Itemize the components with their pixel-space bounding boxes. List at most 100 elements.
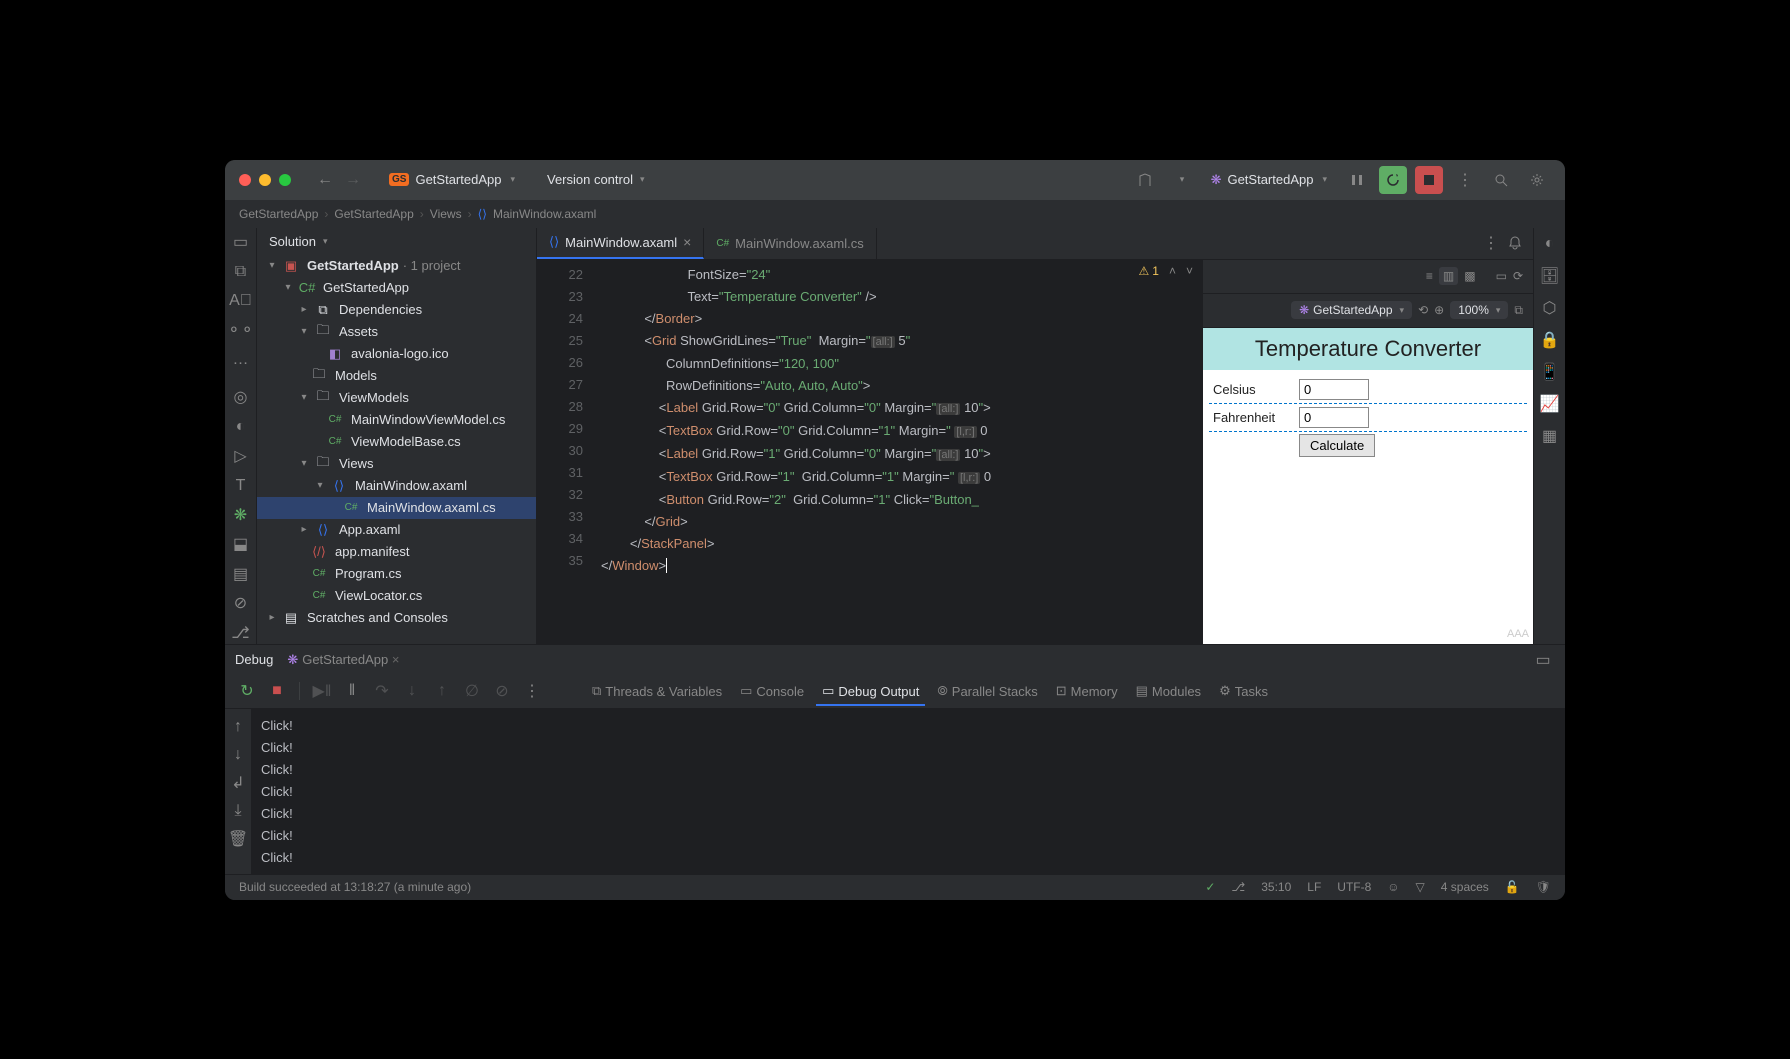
code-editor[interactable]: ⚠ 1 ˄ ˅ 2223242526272829303132333435 Fon… — [537, 260, 1203, 644]
celsius-input[interactable]: 0 — [1299, 379, 1369, 400]
tree-row-locator[interactable]: C#ViewLocator.cs — [257, 585, 536, 607]
encoding[interactable]: UTF-8 — [1337, 880, 1371, 894]
line-separator[interactable]: LF — [1307, 880, 1321, 894]
subtab-modules[interactable]: ▤Modules — [1130, 683, 1207, 699]
stop-button[interactable] — [1415, 166, 1443, 194]
maximize-window[interactable] — [279, 174, 291, 186]
evaluate-icon[interactable]: ∅ — [460, 679, 484, 703]
subtab-parallel-stacks[interactable]: ⦾Parallel Stacks — [931, 683, 1043, 699]
view-mode-image-icon[interactable]: ▩ — [1464, 269, 1475, 283]
profiler-icon[interactable]: 📈 — [1538, 392, 1562, 416]
breadcrumb-item[interactable]: Views — [430, 207, 462, 221]
warning-badge[interactable]: ⚠ 1 — [1139, 264, 1159, 278]
tabs-more-icon[interactable]: ⋮ — [1483, 233, 1499, 253]
todo-icon[interactable]: ◐ — [229, 416, 253, 437]
run-configuration[interactable]: ❋ GetStartedApp — [1203, 170, 1335, 190]
view-mode-list-icon[interactable]: ≡ — [1426, 269, 1433, 283]
code-content[interactable]: FontSize="24" Text="Temperature Converte… — [593, 260, 1203, 644]
clear-icon[interactable]: 🗑 — [226, 827, 250, 851]
step-out-icon[interactable]: ↑ — [430, 679, 454, 703]
settings-icon[interactable] — [1523, 166, 1551, 194]
debug-more-icon[interactable]: ⋮ — [520, 679, 544, 703]
close-window[interactable] — [239, 174, 251, 186]
fahrenheit-input[interactable]: 0 — [1299, 407, 1369, 428]
rerun-debug-icon[interactable]: ↻ — [235, 679, 259, 703]
breadcrumb-item[interactable]: GetStartedApp — [334, 207, 413, 221]
soft-wrap-icon[interactable]: ↲ — [226, 771, 250, 795]
tree-row-app[interactable]: ▸⟨⟩App.axaml — [257, 519, 536, 541]
more-tools-icon[interactable]: … — [229, 349, 253, 370]
subtab-tasks[interactable]: ⚙Tasks — [1213, 683, 1274, 699]
pause-button[interactable] — [1343, 166, 1371, 194]
minimize-window[interactable] — [259, 174, 271, 186]
database-icon[interactable]: 🗄 — [1538, 264, 1562, 288]
subtab-console[interactable]: ▭Console — [734, 683, 810, 699]
shield-icon[interactable]: 🛡 — [1536, 880, 1551, 894]
scroll-end-icon[interactable]: ⤓ — [226, 799, 250, 823]
key-icon[interactable]: 🔒 — [1538, 328, 1562, 352]
endpoints-icon[interactable]: ⚬⚬ — [229, 320, 253, 341]
debug-panel-tab-app[interactable]: ❋GetStartedApp × — [287, 648, 399, 672]
zoom-in-icon[interactable]: ⊕ — [1434, 303, 1444, 317]
tree-row-models[interactable]: 🗀Models — [257, 365, 536, 387]
print-icon[interactable]: ▤ — [229, 563, 253, 584]
debug-console[interactable]: Click!Click!Click!Click!Click!Click!Clic… — [251, 709, 1565, 874]
step-over-icon[interactable]: ↷ — [370, 679, 394, 703]
build-menu[interactable] — [1167, 166, 1195, 194]
layout-settings-icon[interactable]: ▭ — [1531, 648, 1555, 672]
breadcrumb-item[interactable]: GetStartedApp — [239, 207, 318, 221]
mute-breakpoints-icon[interactable]: ⊘ — [490, 679, 514, 703]
coverage-icon[interactable]: ▦ — [1538, 424, 1562, 448]
more-menu[interactable]: ⋮ — [1451, 166, 1479, 194]
folder-tool-icon[interactable]: ▭ — [229, 232, 253, 253]
stop-debug-icon[interactable]: ■ — [265, 679, 289, 703]
zoom-level[interactable]: 100% — [1450, 301, 1508, 319]
tree-row-scratches[interactable]: ▸▤Scratches and Consoles — [257, 607, 536, 629]
ai-assistant-icon[interactable]: ◐ — [1538, 232, 1562, 256]
debug-panel-tab-debug[interactable]: Debug — [235, 648, 273, 671]
indent[interactable]: 4 spaces — [1441, 880, 1489, 894]
tree-row-mainwindow-cs[interactable]: C#MainWindow.axaml.cs — [257, 497, 536, 519]
text-tool-icon[interactable]: T — [229, 475, 253, 496]
tree-row-project[interactable]: ▾C#GetStartedApp — [257, 277, 536, 299]
calculate-button[interactable]: Calculate — [1299, 434, 1375, 457]
pause-debug-icon[interactable]: ‖ — [340, 679, 364, 703]
subtab-threads[interactable]: ⧉Threads & Variables — [586, 683, 728, 699]
step-into-icon[interactable]: ↓ — [400, 679, 424, 703]
bookmarks-icon[interactable]: A⃞ — [229, 290, 253, 311]
subtab-debug-output[interactable]: ▭Debug Output — [816, 683, 925, 706]
reader-mode-icon[interactable]: ☺ — [1387, 880, 1399, 894]
build-status[interactable]: Build succeeded at 13:18:27 (a minute ag… — [239, 880, 471, 894]
scroll-down-icon[interactable]: ↓ — [226, 743, 250, 767]
resize-handle-icon[interactable]: AAA — [1203, 624, 1533, 644]
lock-icon[interactable]: 🔓 — [1505, 880, 1520, 894]
tree-row-solution[interactable]: ▾▣GetStartedApp· 1 project — [257, 255, 536, 277]
nav-forward[interactable]: → — [341, 168, 365, 192]
close-tab-icon[interactable]: × — [392, 652, 400, 667]
subtab-memory[interactable]: ⊡Memory — [1050, 683, 1124, 699]
device-icon[interactable]: 📱 — [1538, 360, 1562, 384]
nuget-icon[interactable]: ⬓ — [229, 534, 253, 555]
status-ok-icon[interactable]: ✓ — [1205, 880, 1215, 894]
resume-icon[interactable]: ▶‖ — [310, 679, 334, 703]
detach-preview-icon[interactable]: ⧉ — [1514, 303, 1523, 318]
run-tool-icon[interactable]: ▷ — [229, 445, 253, 466]
tree-row-viewmodels[interactable]: ▾🗀ViewModels — [257, 387, 536, 409]
tab-mainwindow-cs[interactable]: C# MainWindow.axaml.cs — [704, 228, 876, 259]
orient-h-icon[interactable]: ▭ — [1496, 269, 1507, 283]
build-icon[interactable] — [1131, 166, 1159, 194]
unit-tests-icon[interactable]: ⬡ — [1538, 296, 1562, 320]
breadcrumb-item[interactable]: MainWindow.axaml — [493, 207, 596, 221]
structure-tool-icon[interactable]: ⧉ — [229, 261, 253, 282]
branch-icon[interactable]: ⎇ — [1231, 880, 1245, 894]
tree-row-program[interactable]: C#Program.cs — [257, 563, 536, 585]
refresh-preview-icon[interactable]: ⟲ — [1418, 303, 1428, 317]
vcs-menu[interactable]: Version control — [547, 172, 645, 187]
search-icon[interactable] — [1487, 166, 1515, 194]
preview-target[interactable]: ❋GetStartedApp — [1291, 301, 1412, 319]
solution-header[interactable]: Solution — [257, 228, 536, 255]
tree-row-deps[interactable]: ▸⧉Dependencies — [257, 299, 536, 321]
view-mode-split-icon[interactable]: ▥ — [1439, 267, 1458, 285]
tree-row-file[interactable]: C#ViewModelBase.cs — [257, 431, 536, 453]
tree-row-logo[interactable]: ◧avalonia-logo.ico — [257, 343, 536, 365]
